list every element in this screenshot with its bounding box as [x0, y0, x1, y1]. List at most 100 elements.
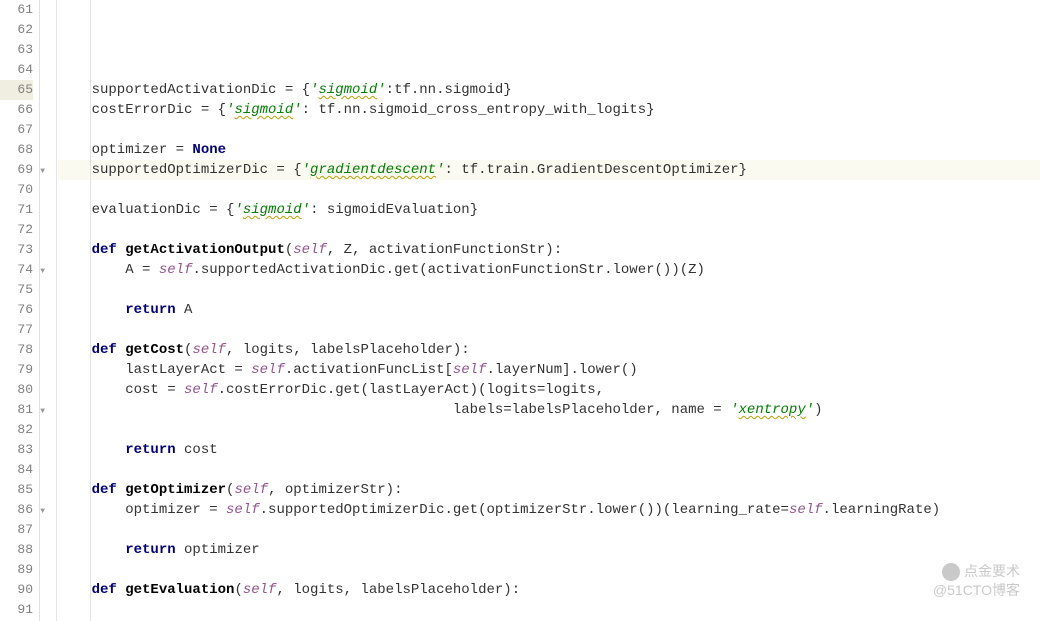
line-number: 71 [0, 200, 33, 220]
code-token: ' [293, 102, 301, 118]
code-line[interactable] [58, 320, 1040, 340]
code-line[interactable]: lastLayerAct = self.activationFuncList[s… [58, 360, 1040, 380]
code-token: .layerNum].lower() [486, 362, 637, 378]
code-line[interactable]: cost = self.costErrorDic.get(lastLayerAc… [58, 380, 1040, 400]
code-token: self [159, 262, 193, 278]
code-token: cost [184, 442, 218, 458]
code-token: : sigmoidEvaluation} [310, 202, 478, 218]
line-number: 63 [0, 40, 33, 60]
line-number-gutter: 6162636465666768697071727374757677787980… [0, 0, 40, 621]
code-line[interactable] [58, 420, 1040, 440]
code-line[interactable]: def getCost(self, logits, labelsPlacehol… [58, 340, 1040, 360]
code-token: return [125, 302, 184, 318]
code-line[interactable] [58, 460, 1040, 480]
code-token: self [234, 482, 268, 498]
code-token: self [789, 502, 823, 518]
code-token: : tf.train.GradientDescentOptimizer} [444, 162, 746, 178]
code-token: ) [814, 402, 822, 418]
code-line[interactable] [58, 600, 1040, 620]
code-line[interactable]: def getOptimizer(self, optimizerStr): [58, 480, 1040, 500]
code-token: A = [58, 262, 159, 278]
code-editor: 6162636465666768697071727374757677787980… [0, 0, 1040, 621]
line-number: 90 [0, 580, 33, 600]
code-line[interactable]: return optimizer [58, 540, 1040, 560]
code-line[interactable]: supportedOptimizerDic = {'gradientdescen… [58, 160, 1040, 180]
code-line[interactable]: costErrorDic = {'sigmoid': tf.nn.sigmoid… [58, 100, 1040, 120]
code-token: ' [730, 402, 738, 418]
line-number: 77 [0, 320, 33, 340]
code-token: def [92, 482, 126, 498]
code-token: xentropy [739, 402, 806, 418]
code-token: evaluationDic = { [58, 202, 234, 218]
code-line[interactable]: A = self.supportedActivationDic.get(acti… [58, 260, 1040, 280]
code-token: sigmoid [234, 102, 293, 118]
code-token: ' [302, 202, 310, 218]
code-token [58, 582, 92, 598]
code-line[interactable]: evaluationDic = {'sigmoid': sigmoidEvalu… [58, 200, 1040, 220]
code-token: getOptimizer [125, 482, 226, 498]
line-number: 70 [0, 180, 33, 200]
line-number: 79 [0, 360, 33, 380]
code-token: self [192, 342, 226, 358]
code-token: ( [285, 242, 293, 258]
line-number: 66 [0, 100, 33, 120]
code-token: supportedActivationDic = { [58, 82, 310, 98]
code-token: , optimizerStr): [268, 482, 402, 498]
code-token: getEvaluation [125, 582, 234, 598]
code-token: A [184, 302, 192, 318]
code-line[interactable] [58, 180, 1040, 200]
code-token: ( [234, 582, 242, 598]
code-token: sigmoid [318, 82, 377, 98]
line-number: 89 [0, 560, 33, 580]
code-token [58, 442, 125, 458]
code-token: self [184, 382, 218, 398]
code-line[interactable]: supportedActivationDic = {'sigmoid':tf.n… [58, 80, 1040, 100]
code-token: def [92, 582, 126, 598]
line-number: 86 [0, 500, 33, 520]
line-number: 73 [0, 240, 33, 260]
code-token: getActivationOutput [125, 242, 285, 258]
line-number: 87 [0, 520, 33, 540]
code-token: return [125, 542, 184, 558]
code-line[interactable]: labels=labelsPlaceholder, name = 'xentro… [58, 400, 1040, 420]
line-number: 82 [0, 420, 33, 440]
code-token [58, 542, 125, 558]
line-number: 75 [0, 280, 33, 300]
code-line[interactable]: return A [58, 300, 1040, 320]
code-token: .supportedActivationDic.get(activationFu… [192, 262, 704, 278]
code-token: gradientdescent [310, 162, 436, 178]
code-token: None [192, 142, 226, 158]
code-token: self [243, 582, 277, 598]
code-line[interactable]: optimizer = None [58, 140, 1040, 160]
code-area[interactable]: supportedActivationDic = {'sigmoid':tf.n… [40, 0, 1040, 621]
line-number: 74 [0, 260, 33, 280]
code-token: return [125, 442, 184, 458]
code-token: optimizer = [58, 502, 226, 518]
code-line[interactable]: def getActivationOutput(self, Z, activat… [58, 240, 1040, 260]
code-line[interactable] [58, 520, 1040, 540]
code-token: getCost [125, 342, 184, 358]
code-token: .learningRate) [823, 502, 941, 518]
code-token: def [92, 342, 126, 358]
code-line[interactable] [58, 280, 1040, 300]
code-line[interactable] [58, 560, 1040, 580]
line-number: 88 [0, 540, 33, 560]
code-token: costErrorDic = { [58, 102, 226, 118]
code-line[interactable] [58, 120, 1040, 140]
line-number: 83 [0, 440, 33, 460]
code-line[interactable]: optimizer = self.supportedOptimizerDic.g… [58, 500, 1040, 520]
code-token: .activationFuncList[ [285, 362, 453, 378]
line-number: 84 [0, 460, 33, 480]
code-line[interactable] [58, 220, 1040, 240]
code-token: labels=labelsPlaceholder, name = [58, 402, 730, 418]
code-token: optimizer = [58, 142, 192, 158]
line-number: 65 [0, 80, 33, 100]
code-token: .supportedOptimizerDic.get(optimizerStr.… [260, 502, 789, 518]
code-token: , logits, labelsPlaceholder): [226, 342, 470, 358]
code-token: cost = [58, 382, 184, 398]
code-token: : tf.nn.sigmoid_cross_entropy_with_logit… [302, 102, 655, 118]
code-line[interactable]: return cost [58, 440, 1040, 460]
code-token [58, 302, 125, 318]
line-number: 67 [0, 120, 33, 140]
code-line[interactable]: def getEvaluation(self, logits, labelsPl… [58, 580, 1040, 600]
